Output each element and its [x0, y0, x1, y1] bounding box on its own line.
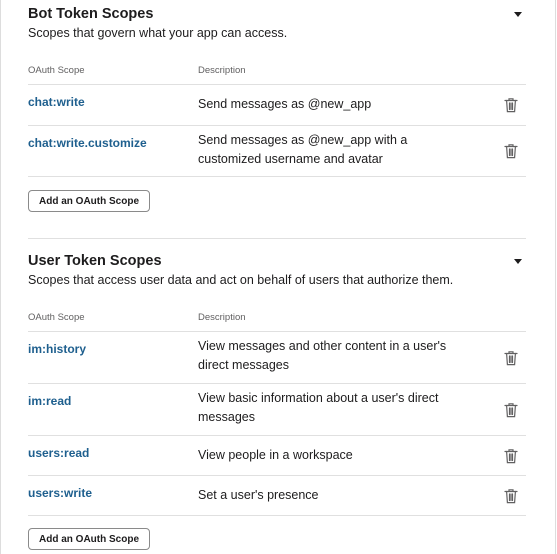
column-header-scope: OAuth Scope	[28, 312, 85, 323]
scope-name[interactable]: chat:write.customize	[28, 136, 147, 150]
scope-name[interactable]: chat:write	[28, 95, 85, 109]
scope-row: im:read View basic information about a u…	[28, 383, 526, 435]
caret-down-icon[interactable]	[514, 259, 522, 264]
scope-name[interactable]: users:write	[28, 486, 92, 500]
section-divider	[28, 238, 526, 239]
scope-description: View basic information about a user's di…	[198, 391, 439, 424]
section-title: Bot Token Scopes	[28, 6, 154, 22]
scope-row: chat:write.customize Send messages as @n…	[28, 125, 526, 177]
table-end-line	[28, 515, 526, 516]
caret-down-icon[interactable]	[514, 12, 522, 17]
scope-name[interactable]: im:history	[28, 342, 86, 356]
trash-icon[interactable]	[504, 448, 518, 464]
section-subtitle: Scopes that access user data and act on …	[28, 273, 454, 287]
add-oauth-scope-button[interactable]: Add an OAuth Scope	[28, 528, 150, 550]
panel-left-border	[0, 0, 1, 554]
scope-row: users:read View people in a workspace	[28, 435, 526, 475]
scope-name[interactable]: im:read	[28, 394, 71, 408]
scope-description: View people in a workspace	[198, 448, 353, 462]
section-subtitle: Scopes that govern what your app can acc…	[28, 26, 288, 40]
column-header-description: Description	[198, 65, 246, 76]
table-end-line	[28, 176, 526, 177]
scope-description: Send messages as @new_app with a customi…	[198, 133, 408, 166]
column-header-description: Description	[198, 312, 246, 323]
add-oauth-scope-button[interactable]: Add an OAuth Scope	[28, 190, 150, 212]
trash-icon[interactable]	[504, 350, 518, 366]
scope-description: Send messages as @new_app	[198, 97, 372, 111]
scope-row: chat:write Send messages as @new_app	[28, 84, 526, 125]
panel-right-border	[555, 0, 556, 554]
section-title: User Token Scopes	[28, 253, 162, 269]
scope-row: im:history View messages and other conte…	[28, 331, 526, 383]
scope-row: users:write Set a user's presence	[28, 475, 526, 516]
trash-icon[interactable]	[504, 97, 518, 113]
scope-description: Set a user's presence	[198, 488, 319, 502]
column-header-scope: OAuth Scope	[28, 65, 85, 76]
trash-icon[interactable]	[504, 402, 518, 418]
trash-icon[interactable]	[504, 488, 518, 504]
scope-name[interactable]: users:read	[28, 446, 89, 460]
trash-icon[interactable]	[504, 143, 518, 159]
scope-description: View messages and other content in a use…	[198, 339, 447, 372]
